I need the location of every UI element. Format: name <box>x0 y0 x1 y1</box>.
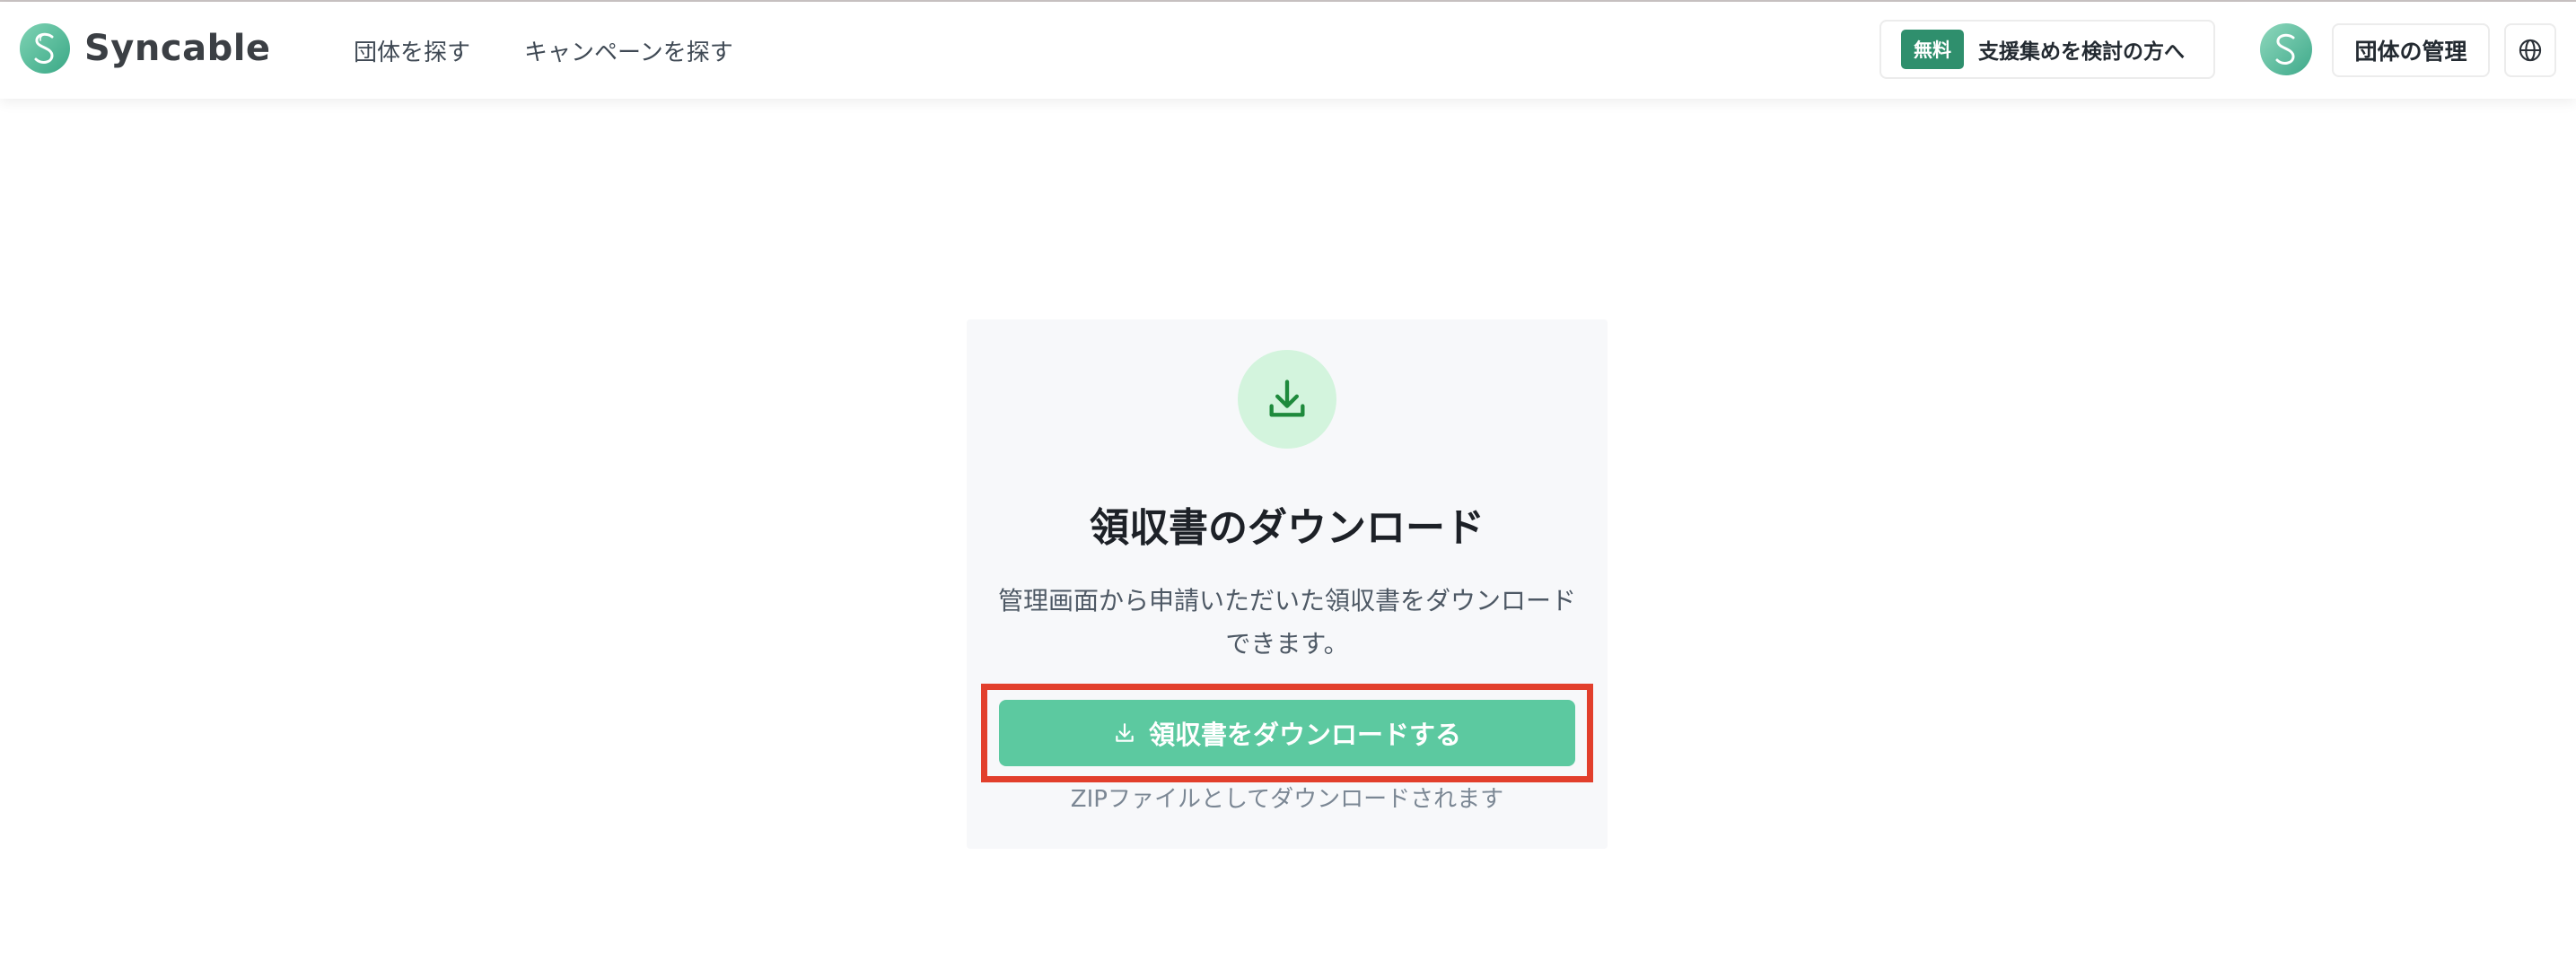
page-title: 領収書のダウンロード <box>1090 505 1485 551</box>
cta-label: 支援集めを検討の方へ <box>1978 40 2185 64</box>
zip-note: ZIPファイルとしてダウンロードされます <box>1070 786 1504 813</box>
receipt-download-card: 領収書のダウンロード 管理画面から申請いただいた領収書をダウンロードできます。 … <box>967 319 1608 849</box>
description-text: 管理画面から申請いただいた領収書をダウンロードできます。 <box>997 586 1576 659</box>
download-icon-circle <box>1238 350 1336 449</box>
nav-find-campaigns[interactable]: キャンペーンを探す <box>524 34 733 67</box>
nav-find-organizations[interactable]: 団体を探す <box>354 34 470 67</box>
user-avatar[interactable] <box>2260 23 2312 75</box>
logo-text: Syncable <box>84 28 271 69</box>
logo[interactable]: Syncable <box>20 23 271 74</box>
download-icon <box>1116 723 1134 742</box>
site-header: Syncable 団体を探す キャンペーンを探す 無料 支援集めを検討の方へ 団… <box>0 2 2576 99</box>
main-nav: 団体を探す キャンペーンを探す <box>354 34 733 67</box>
globe-icon <box>2519 39 2542 62</box>
language-button[interactable] <box>2504 23 2556 77</box>
fundraising-cta-button[interactable]: 無料 支援集めを検討の方へ <box>1879 20 2215 79</box>
download-button-label: 領収書をダウンロードする <box>1148 720 1461 750</box>
download-receipt-button[interactable]: 領収書をダウンロードする <box>999 700 1575 766</box>
download-icon <box>1269 380 1305 417</box>
organization-manage-button[interactable]: 団体の管理 <box>2332 23 2490 77</box>
free-badge: 無料 <box>1901 30 1964 69</box>
syncable-logo-icon <box>20 23 70 74</box>
